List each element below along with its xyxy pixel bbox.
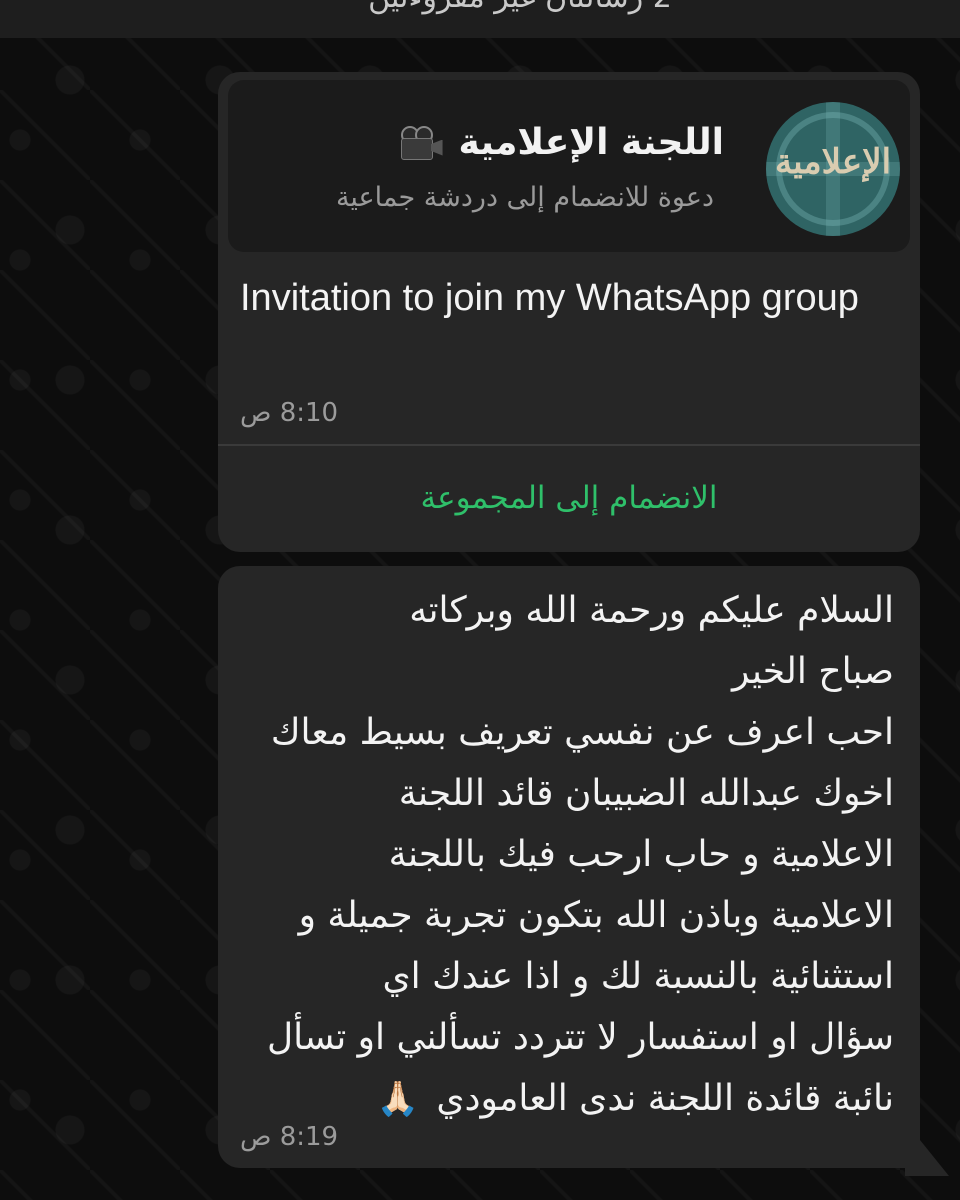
message-body: السلام عليكم ورحمة الله وبركاته صباح الخ…: [234, 580, 894, 1130]
group-invite-message[interactable]: الإعلامية اللجنة الإعلامية دعوة للانضمام…: [218, 72, 920, 552]
message-line: السلام عليكم ورحمة الله وبركاته: [409, 590, 894, 631]
message-line-last: نائبة قائدة اللجنة ندى العامودي 🙏🏻: [234, 1068, 894, 1130]
join-group-button[interactable]: الانضمام إلى المجموعة: [218, 448, 920, 548]
message-line: استثنائية بالنسبة لك و اذا عندك اي: [382, 956, 895, 997]
message-timestamp: 8:19 ص: [240, 1122, 339, 1152]
message-line: اخوك عبدالله الضبيبان قائد اللجنة: [398, 773, 894, 814]
folded-hands-icon: 🙏🏻: [376, 1079, 419, 1119]
message-line: الاعلامية وباذن الله بتكون تجربة جميلة و: [298, 895, 894, 936]
invite-message-text: Invitation to join my WhatsApp group: [240, 277, 859, 319]
unread-count-text: 2 رسالتان غير مقروءتين: [368, 0, 672, 15]
group-invite-card[interactable]: الإعلامية اللجنة الإعلامية دعوة للانضمام…: [228, 80, 910, 252]
message-line: سؤال او استفسار لا تتردد تسألني او تسأل: [266, 1017, 894, 1058]
invite-card-subtitle: دعوة للانضمام إلى دردشة جماعية: [335, 182, 714, 213]
movie-camera-icon: [400, 125, 445, 160]
text-message[interactable]: السلام عليكم ورحمة الله وبركاته صباح الخ…: [218, 566, 920, 1168]
message-line: احب اعرف عن نفسي تعريف بسيط معاك: [270, 712, 894, 753]
message-line: الاعلامية و حاب ارحب فيك باللجنة: [388, 834, 894, 875]
group-avatar-logo-text: الإعلامية: [774, 142, 892, 182]
message-timestamp: 8:10 ص: [240, 398, 339, 428]
group-name: اللجنة الإعلامية: [458, 122, 724, 163]
group-name-row: اللجنة الإعلامية: [400, 122, 724, 163]
group-avatar[interactable]: الإعلامية: [766, 102, 900, 236]
message-line: صباح الخير: [731, 651, 894, 692]
unread-messages-banner: 2 رسالتان غير مقروءتين: [0, 0, 960, 38]
message-line: نائبة قائدة اللجنة ندى العامودي: [436, 1078, 894, 1119]
divider: [218, 444, 920, 446]
